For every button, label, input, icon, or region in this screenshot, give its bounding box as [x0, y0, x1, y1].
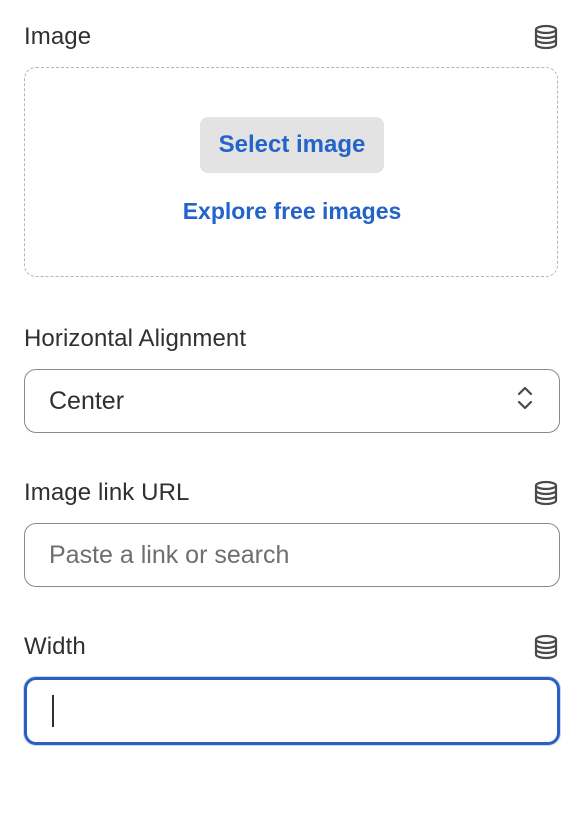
image-link-placeholder: Paste a link or search	[49, 540, 290, 569]
alignment-selected-value: Center	[49, 386, 125, 415]
width-label-row: Width	[24, 630, 560, 664]
database-icon[interactable]	[532, 23, 560, 51]
image-label-row: Image	[24, 20, 560, 54]
alignment-label: Horizontal Alignment	[24, 325, 247, 352]
database-icon[interactable]	[532, 479, 560, 507]
text-caret	[52, 695, 54, 727]
select-image-button[interactable]: Select image	[200, 117, 384, 173]
width-label: Width	[24, 633, 86, 660]
database-icon[interactable]	[532, 633, 560, 661]
explore-free-images-link[interactable]: Explore free images	[24, 194, 560, 228]
chevron-up-down-icon	[515, 383, 535, 420]
image-link-url-input[interactable]: Paste a link or search	[24, 523, 560, 587]
width-input[interactable]	[24, 677, 560, 745]
link-label: Image link URL	[24, 479, 190, 506]
alignment-label-row: Horizontal Alignment	[24, 322, 560, 356]
image-settings-panel: Image Select image Explore free images H…	[0, 0, 588, 814]
alignment-select[interactable]: Center	[24, 369, 560, 433]
link-label-row: Image link URL	[24, 476, 560, 510]
image-label: Image	[24, 23, 92, 50]
